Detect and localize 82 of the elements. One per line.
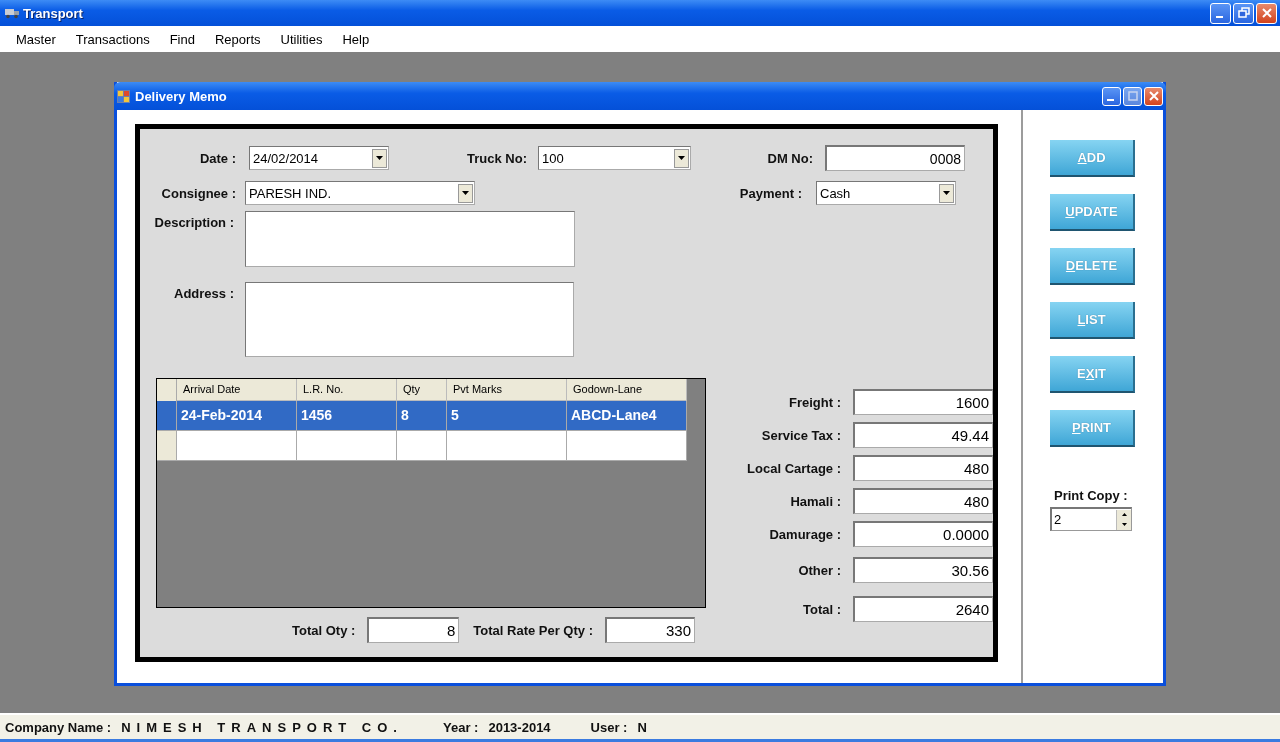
- print-copy-spinner[interactable]: 2: [1050, 507, 1132, 531]
- restore-icon: [1237, 7, 1250, 19]
- amount-field[interactable]: 49.44: [853, 422, 993, 448]
- window-title: Transport: [23, 5, 83, 21]
- minimize-icon: [1215, 16, 1223, 18]
- close-icon: [1148, 91, 1159, 101]
- table-cell: ABCD-Lane4: [567, 401, 687, 430]
- dm-number-field[interactable]: 0008: [825, 145, 965, 171]
- field-label: Total Rate Per Qty :: [473, 622, 593, 638]
- spin-down-icon: [1121, 523, 1127, 526]
- field-label: Print Copy :: [1054, 488, 1128, 503]
- spin-up-icon: [1121, 513, 1127, 516]
- amount-field[interactable]: 2640: [853, 596, 993, 622]
- field-label: Total :: [801, 601, 841, 617]
- minimize-button[interactable]: [1210, 2, 1231, 24]
- form-icon: [117, 89, 130, 103]
- description-field[interactable]: [245, 211, 575, 267]
- field-label: Hamali :: [789, 493, 841, 509]
- field-label: Date :: [198, 150, 236, 166]
- caret-icon: [678, 156, 685, 160]
- amount-field[interactable]: 480: [853, 488, 993, 514]
- field-label: DM No:: [766, 150, 813, 166]
- menu-item[interactable]: Find: [169, 31, 195, 47]
- status-value: NIMESH TRANSPORT CO.: [121, 719, 403, 735]
- table-cell: 24-Feb-2014: [177, 401, 297, 430]
- table-cell: 8: [397, 401, 447, 430]
- maximize-button[interactable]: [1123, 86, 1142, 106]
- date-dropdown[interactable]: 24/02/2014: [249, 146, 389, 170]
- total-field[interactable]: 330: [605, 617, 695, 643]
- table-cell: 1456: [297, 401, 397, 430]
- field-label: Consignee :: [160, 185, 236, 201]
- menu-item[interactable]: Transactions: [75, 31, 150, 47]
- close-button[interactable]: [1256, 2, 1277, 24]
- field-label: Truck No:: [466, 150, 527, 166]
- field-label: Other :: [797, 562, 841, 578]
- caret-icon: [943, 191, 950, 195]
- column-header[interactable]: Qty: [397, 379, 447, 401]
- row-header[interactable]: [157, 431, 177, 460]
- close-button[interactable]: [1144, 86, 1163, 106]
- field-label: Description :: [153, 215, 234, 230]
- new-row[interactable]: [157, 431, 687, 461]
- column-header[interactable]: Pvt Marks: [447, 379, 567, 401]
- status-value: N: [637, 719, 647, 735]
- field-label: Address :: [173, 286, 234, 301]
- field-label: Total Oty :: [292, 622, 356, 638]
- caret-icon: [462, 191, 469, 195]
- menu-item[interactable]: Help: [342, 31, 370, 47]
- column-header[interactable]: L.R. No.: [297, 379, 397, 401]
- consignee-dropdown[interactable]: PARESH IND.: [245, 181, 475, 205]
- close-icon: [1260, 7, 1273, 19]
- field-label: Damurage :: [768, 526, 841, 542]
- restore-button[interactable]: [1233, 2, 1254, 24]
- field-label: Local Cartage :: [746, 460, 841, 476]
- column-header[interactable]: Godown-Lane: [567, 379, 687, 401]
- status-label: Company Name :: [5, 719, 112, 735]
- field-label: Service Tax :: [760, 427, 841, 443]
- row-header: [157, 379, 177, 401]
- amount-field[interactable]: 480: [853, 455, 993, 481]
- table-cell: 5: [447, 401, 567, 430]
- payment-dropdown[interactable]: Cash: [816, 181, 956, 205]
- address-field[interactable]: [245, 282, 574, 357]
- menu-item[interactable]: Utilities: [280, 31, 323, 47]
- field-label: Payment :: [738, 185, 802, 201]
- field-label: Freight :: [788, 394, 841, 410]
- child-window-title: Delivery Memo: [135, 88, 227, 104]
- column-header[interactable]: Arrival Date: [177, 379, 297, 401]
- total-field[interactable]: 8: [367, 617, 460, 643]
- minimize-icon: [1106, 99, 1114, 101]
- maximize-icon: [1127, 91, 1138, 101]
- status-value: 2013-2014: [488, 719, 551, 735]
- truck-icon: [5, 7, 19, 19]
- amount-field[interactable]: 1600: [853, 389, 993, 415]
- status-label: User :: [590, 719, 628, 735]
- table-row[interactable]: 24-Feb-2014 1456 8 5 ABCD-Lane4: [157, 401, 687, 431]
- amount-field[interactable]: 0.0000: [853, 521, 993, 547]
- menu-item[interactable]: Reports: [214, 31, 261, 47]
- minimize-button[interactable]: [1102, 86, 1121, 106]
- truck-dropdown[interactable]: 100: [538, 146, 691, 170]
- amount-field[interactable]: 30.56: [853, 557, 993, 583]
- caret-icon: [376, 156, 383, 160]
- menu-item[interactable]: Master: [16, 31, 56, 47]
- status-label: Year :: [443, 719, 479, 735]
